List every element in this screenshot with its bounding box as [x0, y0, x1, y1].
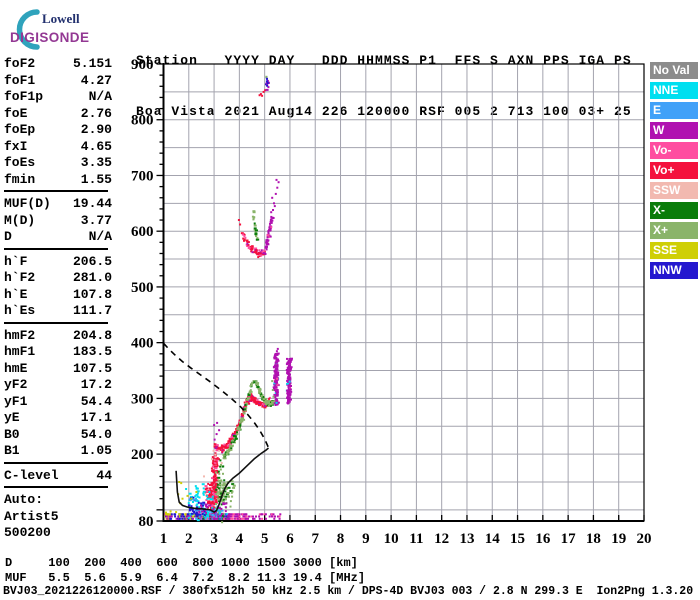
svg-text:20: 20	[637, 531, 652, 547]
svg-text:9: 9	[362, 531, 370, 547]
svg-text:19: 19	[611, 531, 626, 547]
svg-text:80: 80	[139, 514, 154, 530]
legend-item-noval: No Val	[650, 62, 698, 79]
legend-item-e: E	[650, 102, 698, 119]
svg-text:600: 600	[131, 224, 154, 240]
svg-text:700: 700	[131, 168, 154, 184]
svg-text:900: 900	[131, 57, 154, 73]
echo-direction-legend: No Val NNE E W Vo- Vo+ SSW X- X+ SSE NNW	[650, 62, 698, 282]
svg-text:3: 3	[210, 531, 218, 547]
svg-text:18: 18	[586, 531, 601, 547]
muf-distance-table: D 100 200 400 600 800 1000 1500 3000 [km…	[5, 556, 365, 585]
svg-text:4: 4	[236, 531, 244, 547]
svg-text:12: 12	[434, 531, 449, 547]
legend-item-nne: NNE	[650, 82, 698, 99]
ionogram-plot: 802003004005006007008009001 2 3 4 5 6 7 8 9 10 11 1…	[131, 57, 652, 547]
svg-text:13: 13	[459, 531, 474, 547]
svg-text:1: 1	[160, 531, 168, 547]
ionogram-screen: Lowell DIGISONDE Station YYYY DAY DDD HH…	[0, 0, 700, 600]
svg-text:2: 2	[185, 531, 193, 547]
svg-text:7: 7	[311, 531, 319, 547]
svg-text:15: 15	[510, 531, 525, 547]
svg-text:500: 500	[131, 280, 154, 296]
legend-item-w: W	[650, 122, 698, 139]
legend-item-ssw: SSW	[650, 182, 698, 199]
svg-text:10: 10	[384, 531, 399, 547]
legend-item-vo+: Vo+	[650, 162, 698, 179]
svg-text:400: 400	[131, 336, 154, 352]
d-row: D 100 200 400 600 800 1000 1500 3000 [km…	[5, 556, 358, 570]
svg-text:300: 300	[131, 391, 154, 407]
svg-text:14: 14	[485, 531, 501, 547]
legend-item-nnw: NNW	[650, 262, 698, 279]
svg-text:8: 8	[337, 531, 345, 547]
svg-text:6: 6	[286, 531, 294, 547]
svg-text:5: 5	[261, 531, 269, 547]
svg-text:800: 800	[131, 113, 154, 129]
legend-item-sse: SSE	[650, 242, 698, 259]
svg-text:200: 200	[131, 447, 154, 463]
legend-item-x-: X-	[650, 202, 698, 219]
legend-item-x+: X+	[650, 222, 698, 239]
svg-text:16: 16	[535, 531, 551, 547]
svg-text:11: 11	[409, 531, 423, 547]
legend-item-vo-: Vo-	[650, 142, 698, 159]
svg-text:17: 17	[561, 531, 577, 547]
file-info-line: BVJ03_2021226120000.RSF / 380fx512h 50 k…	[3, 585, 694, 598]
muf-row: MUF 5.5 5.6 5.9 6.4 7.2 8.2 11.3 19.4 [M…	[5, 570, 366, 585]
